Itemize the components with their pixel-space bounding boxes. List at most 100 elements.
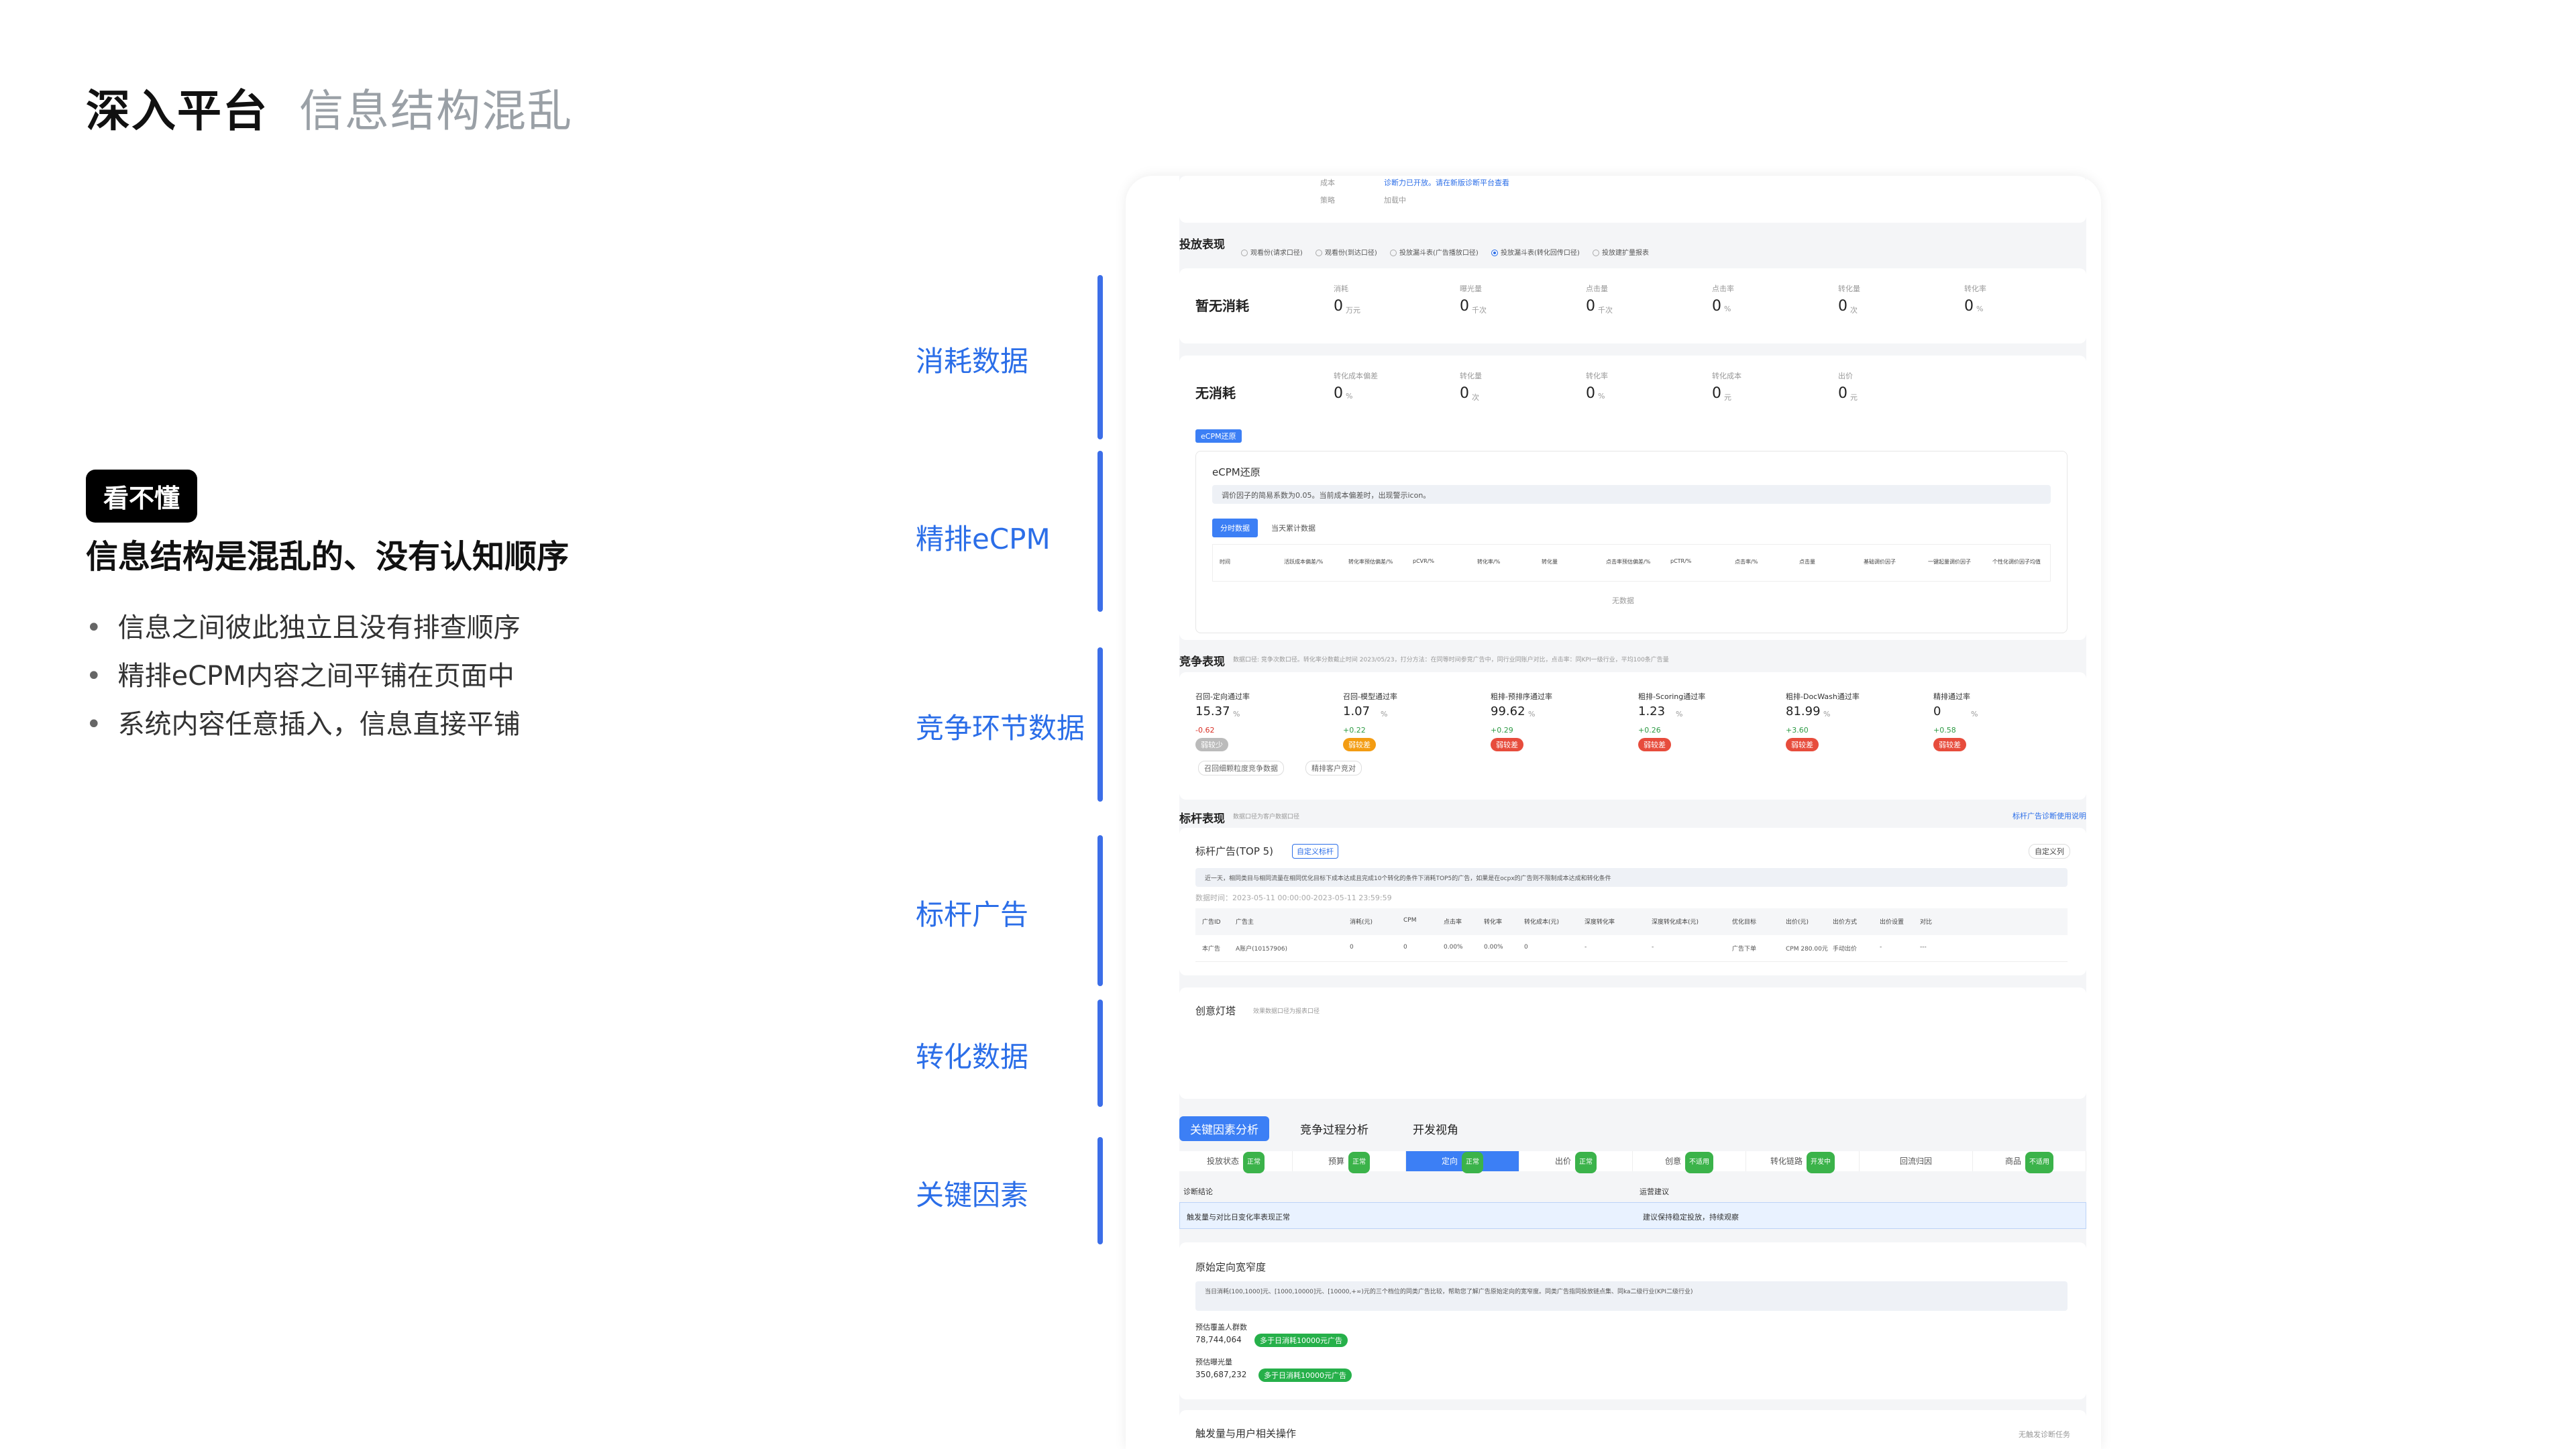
metric-label: 出价 [1838,372,1853,380]
table-column-header: CPM [1403,917,1417,924]
subtab-6[interactable]: 转化链路 开发中 [1746,1151,1860,1173]
table-column-header: 活跃成本偏差/% [1284,559,1324,565]
subtab-4[interactable]: 出价 正常 [1519,1151,1633,1173]
delivery-radio-group[interactable]: 观看份(请求口径) 观看份(到达口径) 投放漏斗表(广告播放口径) 投放漏斗表(… [1241,247,1649,257]
diagnosis-panel: 诊断结论 运营建议 触发量与对比日变化率表现正常 建议保持稳定投放，持续观察 [1179,1186,2086,1233]
filter-dropdown[interactable]: 精排客户竞对 [1305,761,1362,775]
competition-label: 粗排-Scoring通过率 [1638,692,1706,701]
custom-columns-button[interactable]: 自定义列 [2029,844,2070,859]
section-bar [1097,835,1103,986]
badge: 看不懂 [86,470,198,523]
subtab-1[interactable]: 投放状态 正常 [1179,1151,1293,1173]
table-column-header: pCTR/% [1670,558,1692,564]
table-column-header: 出价方式 [1833,919,1858,926]
status-text[interactable]: 诊断力已开放。请在新版诊断平台查看 [1384,177,1509,188]
slide-title: 深入平台 信息结构混乱 [86,75,573,140]
subtab-label: 回流归因 [1899,1157,1932,1166]
competition-delta: +0.26 [1638,726,1661,735]
metric-unit: 千次 [1598,306,1613,315]
headline: 信息结构是混乱的、没有认知顺序 [86,538,570,576]
ecpm-tab-daily[interactable]: 当天累计数据 [1271,523,1316,533]
targeting-title: 原始定向宽窄度 [1195,1261,1267,1273]
competition-tag: 弱较差 [1933,738,1966,751]
metric-value: 0 [1586,298,1595,315]
table-cell: 0 [1350,944,1354,951]
competition-value: 99.62 [1491,704,1525,718]
subtab-7[interactable]: 回流归因 [1860,1151,1973,1171]
subtab-label: 定向 [1441,1157,1458,1166]
top-status-card: 成本 诊断力已开放。请在新版诊断平台查看 策略 加载中 [1179,176,2086,223]
metric-unit: % [1724,305,1731,313]
radio-option[interactable]: 观看份(请求口径) [1241,250,1303,257]
radio-option[interactable]: 投放建扩量报表 [1593,250,1649,257]
tab-dev-view[interactable]: 开发视角 [1402,1116,1469,1141]
competition-value: 81.99 [1786,704,1821,718]
targeting-info-text: 当日消耗(100,1000]元、[1000,10000]元、[10000,+∞)… [1205,1289,1693,1295]
tab-key-factors[interactable]: 关键因素分析 [1179,1116,1269,1141]
metric-label: 转化率 [1964,284,1986,293]
exposure-tag: 多于日消耗10000元广告 [1258,1368,1352,1382]
subtab-status-tag: 正常 [1462,1152,1483,1173]
exposure-value: 350,687,232 [1195,1370,1247,1379]
custom-benchmark-button[interactable]: 自定义标杆 [1292,844,1338,859]
competition-delta: +0.22 [1343,726,1366,735]
table-column-header: 出价设置 [1880,919,1904,926]
radio-option[interactable]: 投放漏斗表(广告播放口径) [1390,250,1479,257]
subtab-5[interactable]: 创意 不适用 [1633,1151,1746,1173]
benchmark-title: 标杆表现 [1179,812,1225,826]
section-label: 标杆广告 [916,898,1029,931]
radio-option-selected[interactable]: 投放漏斗表(转化回传口径) [1491,250,1580,257]
ecpm-toggle-button[interactable]: eCPM还原 [1195,429,1242,443]
competition-delta: +0.29 [1491,726,1513,735]
subtab-2[interactable]: 预算 正常 [1293,1151,1406,1173]
section-label: 消耗数据 [916,345,1029,378]
radio-option[interactable]: 观看份(到达口径) [1316,250,1377,257]
delivery-title: 投放表现 [1179,238,1225,252]
section-bar [1097,647,1103,802]
table-column-header: 时间 [1220,559,1230,565]
table-column-header: 点击率/% [1735,559,1758,565]
subtab-status-tag: 开发中 [1807,1152,1835,1173]
slide-subtitle: 信息结构混乱 [299,85,573,137]
metric-label: 消耗 [1334,284,1348,293]
competition-tag: 弱较差 [1638,738,1671,751]
metric-label: 曝光量 [1460,284,1482,293]
bullet-list: 信息之间彼此独立且没有排查顺序 精排eCPM内容之间平铺在页面中 系统内容任意插… [86,604,521,749]
bullet-item: 系统内容任意插入，信息直接平铺 [86,700,521,749]
subtab-3[interactable]: 定向 正常 [1406,1151,1519,1173]
table-column-header: 转化量 [1542,559,1558,565]
subtab-label: 预算 [1328,1157,1344,1166]
competition-unit: % [1528,710,1536,718]
benchmark-note: 数据口径为客户数据口径 [1233,814,1300,820]
table-column-header: 转化率/% [1477,559,1501,565]
benchmark-help-link[interactable]: 标杆广告诊断使用说明 [2012,810,2086,821]
creative-title: 创意灯塔 [1195,1005,1236,1017]
tab-competition-process[interactable]: 竞争过程分析 [1289,1116,1379,1141]
competition-tag: 弱较少 [1195,738,1228,751]
suggestion-text: 建议保持稳定投放，持续观察 [1643,1213,1739,1222]
filter-dropdown[interactable]: 召回细颗粒度竞争数据 [1198,761,1284,775]
diagnosis-text: 触发量与对比日变化率表现正常 [1187,1213,1290,1222]
trigger-status: 无触发诊断任务 [2019,1430,2070,1439]
ecpm-tab-hourly[interactable]: 分时数据 [1212,519,1258,537]
competition-label: 精排通过率 [1933,692,1970,701]
creative-note: 效果数据口径为报表口径 [1253,1008,1320,1015]
competition-value: 15.37 [1195,704,1230,718]
metric-unit: % [1598,392,1605,400]
bullet-item: 精排eCPM内容之间平铺在页面中 [86,652,521,700]
table-cell: --- [1920,944,1927,951]
ecpm-title: eCPM还原 [1212,466,1260,478]
audience-tag: 多于日消耗10000元广告 [1254,1334,1348,1347]
subtab-8[interactable]: 商品 不适用 [1973,1151,2086,1173]
ecpm-empty-text: 无数据 [1612,596,1634,605]
metric-value: 0 [1334,385,1343,402]
competition-card: 召回-定向通过率 15.37% -0.62 弱较少 召回-模型通过率 1.07% +0.22… [1179,672,2086,800]
table-column-header: 点击率预估偏差/% [1606,559,1651,565]
metric-value: 0 [1460,385,1469,402]
metric-value: 0 [1334,298,1343,315]
competition-label: 召回-模型通过率 [1343,692,1397,701]
benchmark-table-header: 广告ID 广告主 消耗(元) CPM 点击率 转化率 转化成本(元) 深度转化率 深度转化成本(… [1195,908,2068,935]
competition-unit: % [1676,710,1683,718]
subtab-status-tag: 正常 [1348,1152,1370,1173]
radio-icon [1593,250,1599,256]
